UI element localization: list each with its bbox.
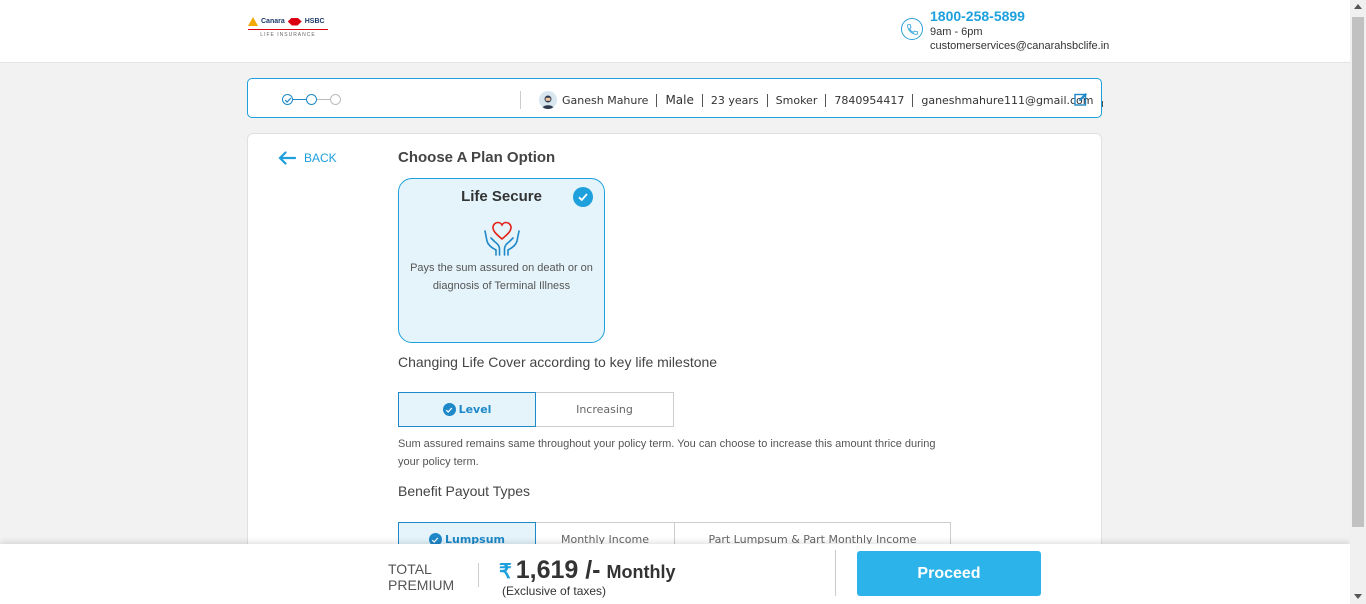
plan-description: Pays the sum assured on death or on diag… — [410, 262, 593, 292]
customer-age: 23 years — [701, 93, 767, 107]
cover-description: Sum assured remains same throughout your… — [398, 438, 936, 468]
scroll-down-icon[interactable] — [1354, 594, 1362, 599]
phone-number[interactable]: 1800-258-5899 — [930, 8, 1109, 25]
back-button[interactable]: BACK — [278, 151, 337, 165]
service-hours: 9am - 6pm — [930, 26, 983, 38]
edit-icon[interactable] — [1074, 92, 1088, 111]
plan-option-title: Choose A Plan Option — [398, 149, 556, 166]
heart-hands-icon — [482, 217, 522, 257]
canara-triangle-icon — [248, 17, 258, 26]
customer-name: Ganesh Mahure — [562, 93, 649, 107]
total-premium-label: TOTAL PREMIUM — [388, 561, 455, 593]
check-icon — [442, 403, 456, 416]
customer-smoker-status: Smoker — [766, 93, 826, 107]
plan-card-life-secure[interactable]: Life Secure Pays the sum assured on deat… — [398, 178, 605, 343]
user-avatar-icon — [539, 91, 557, 109]
step-3-pending — [330, 94, 341, 105]
step-1-complete — [282, 94, 293, 105]
customer-summary-bar: Ganesh Mahure Male 23 years Smoker 78409… — [247, 78, 1103, 118]
payout-types-title: Benefit Payout Types — [398, 483, 531, 499]
customer-details: Ganesh Mahure Male 23 years Smoker 78409… — [539, 91, 1119, 109]
tax-note: (Exclusive of taxes) — [502, 584, 607, 598]
life-cover-title: Changing Life Cover according to key lif… — [398, 354, 718, 370]
hsbc-hexagon-icon — [287, 17, 302, 26]
life-cover-toggle: Level Increasing — [398, 392, 674, 427]
customer-gender: Male — [656, 93, 701, 107]
page-scrollbar[interactable] — [1350, 0, 1366, 604]
back-arrow-icon — [278, 151, 296, 165]
premium-footer: TOTAL PREMIUM ₹ 1,619 /- Monthly (Exclus… — [0, 544, 1350, 604]
customer-mobile: 7840954417 — [825, 93, 912, 107]
premium-value: 1,619 /- — [515, 556, 601, 584]
premium-amount: ₹ 1,619 /- Monthly — [499, 556, 676, 585]
rupee-icon: ₹ — [499, 561, 512, 583]
progress-steps — [282, 94, 341, 105]
header: Canara HSBC LIFE INSURANCE 1800-258-5899… — [0, 0, 1350, 63]
plan-options-card: BACK Choose A Plan Option Life Secure Pa… — [247, 133, 1102, 604]
cover-option-increasing[interactable]: Increasing — [536, 392, 674, 427]
phone-icon — [901, 18, 923, 40]
proceed-button[interactable]: Proceed — [857, 551, 1041, 596]
cover-option-level[interactable]: Level — [398, 392, 536, 427]
check-icon — [573, 187, 593, 207]
premium-frequency: Monthly — [606, 562, 676, 582]
scroll-up-icon[interactable] — [1354, 4, 1362, 9]
canara-hsbc-logo[interactable]: Canara HSBC LIFE INSURANCE — [248, 17, 330, 45]
support-email[interactable]: customerservices@canarahsbclife.in — [930, 39, 1109, 53]
scrollbar-thumb[interactable] — [1352, 17, 1364, 527]
step-2-current — [306, 94, 317, 105]
